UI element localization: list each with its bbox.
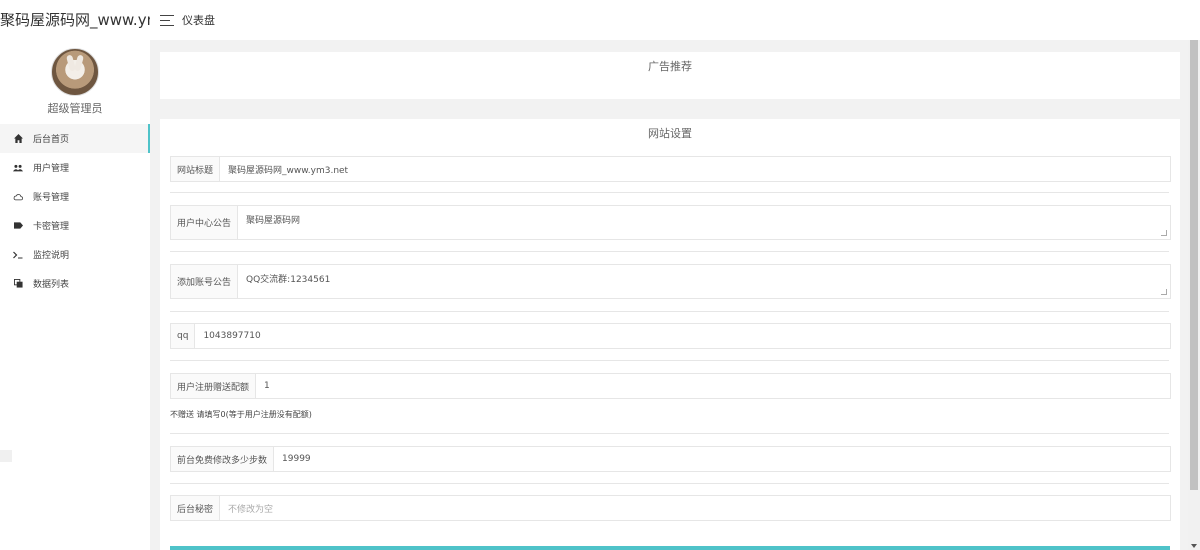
sidebar-item-accounts[interactable]: 账号管理 xyxy=(0,182,150,211)
sidebar-collapse-handle[interactable] xyxy=(0,450,12,462)
user-notice-field: 用户中心公告 聚码屋源码网 xyxy=(170,205,1171,240)
divider xyxy=(170,360,1169,361)
submit-button[interactable] xyxy=(170,546,1170,550)
free-steps-input[interactable]: 19999 xyxy=(274,447,1170,471)
add-account-notice-label: 添加账号公告 xyxy=(171,265,239,298)
site-title-input[interactable]: 聚码屋源码网_www.ym3.net xyxy=(220,157,1170,181)
terminal-icon xyxy=(13,250,23,260)
qq-input[interactable]: 1043897710 xyxy=(195,324,1170,348)
divider xyxy=(170,311,1169,312)
copy-icon xyxy=(13,279,23,289)
home-icon xyxy=(13,134,23,144)
main-scrollbar[interactable] xyxy=(1188,40,1200,550)
user-notice-label: 用户中心公告 xyxy=(171,206,239,239)
settings-card: 网站设置 网站标题 聚码屋源码网_www.ym3.net 用户中心公告 聚码屋源… xyxy=(160,119,1180,550)
free-steps-label: 前台免费修改多少步数 xyxy=(171,447,275,471)
users-icon xyxy=(13,163,23,173)
register-quota-hint: 不赠送 请填写0(等于用户注册没有配额) xyxy=(170,410,312,419)
top-bar: 仪表盘 xyxy=(150,0,1200,40)
register-quota-field: 用户注册赠送配额 1 xyxy=(170,373,1171,399)
sidebar-item-home[interactable]: 后台首页 xyxy=(0,124,150,153)
menu-toggle-icon[interactable] xyxy=(160,14,174,26)
ad-card: 广告推荐 xyxy=(160,52,1180,99)
divider xyxy=(170,433,1169,434)
page-title: 仪表盘 xyxy=(182,14,215,27)
sidebar-item-data[interactable]: 数据列表 xyxy=(0,269,150,298)
app-brand: 聚码屋源码网_www.ym3.net xyxy=(0,0,150,40)
qq-field: qq 1043897710 xyxy=(170,323,1171,349)
sidebar-item-users[interactable]: 用户管理 xyxy=(0,153,150,182)
qq-label: qq xyxy=(171,324,196,348)
register-quota-input[interactable]: 1 xyxy=(256,374,1170,398)
site-title-field: 网站标题 聚码屋源码网_www.ym3.net xyxy=(170,156,1171,182)
sidebar-item-label: 账号管理 xyxy=(33,193,70,203)
divider xyxy=(170,251,1169,252)
scroll-down-icon[interactable] xyxy=(1191,544,1197,548)
user-notice-textarea[interactable]: 聚码屋源码网 xyxy=(238,206,1170,239)
site-title-label: 网站标题 xyxy=(171,157,221,181)
sidebar-item-label: 卡密管理 xyxy=(33,222,70,232)
sidebar-item-label: 后台首页 xyxy=(33,135,70,145)
cloud-icon xyxy=(13,192,23,202)
register-quota-label: 用户注册赠送配额 xyxy=(171,374,257,398)
free-steps-field: 前台免费修改多少步数 19999 xyxy=(170,446,1171,472)
divider xyxy=(170,483,1169,484)
admin-password-input[interactable]: 不修改为空 xyxy=(220,496,1170,520)
admin-password-field: 后台秘密 不修改为空 xyxy=(170,495,1171,521)
tag-icon xyxy=(13,221,23,231)
settings-card-title: 网站设置 xyxy=(648,127,692,140)
add-account-notice-textarea[interactable]: QQ交流群:1234561 xyxy=(238,265,1170,298)
admin-password-label: 后台秘密 xyxy=(171,496,221,520)
sidebar-item-label: 数据列表 xyxy=(33,280,70,290)
divider xyxy=(170,192,1169,193)
sidebar-item-label: 监控说明 xyxy=(33,251,70,261)
scrollbar-thumb[interactable] xyxy=(1190,40,1198,490)
sidebar: 超级管理员 后台首页 用户管理 账号管理 卡密管理 监控说明 数据列表 xyxy=(0,40,150,550)
avatar[interactable] xyxy=(51,48,99,96)
user-role: 超级管理员 xyxy=(47,102,103,115)
add-account-notice-field: 添加账号公告 QQ交流群:1234561 xyxy=(170,264,1171,299)
sidebar-item-cards[interactable]: 卡密管理 xyxy=(0,211,150,240)
sidebar-item-label: 用户管理 xyxy=(33,164,70,174)
sidebar-nav: 后台首页 用户管理 账号管理 卡密管理 监控说明 数据列表 xyxy=(0,124,150,298)
main-content: 广告推荐 网站设置 网站标题 聚码屋源码网_www.ym3.net 用户中心公告… xyxy=(150,40,1188,550)
sidebar-item-monitor[interactable]: 监控说明 xyxy=(0,240,150,269)
ad-card-title: 广告推荐 xyxy=(648,60,692,73)
